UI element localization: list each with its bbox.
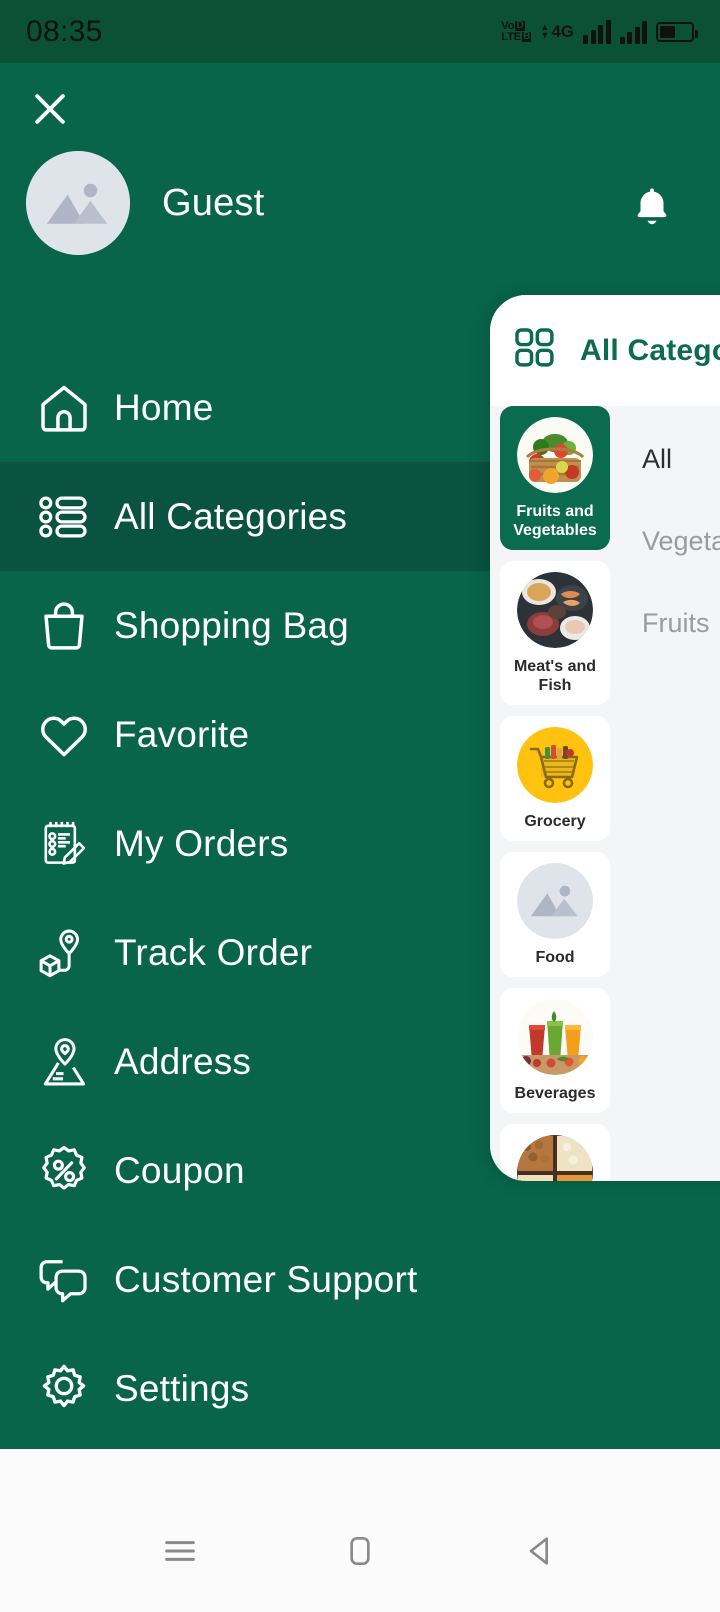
status-bar: 08:35 Vo D LTE B ▲ ▼ 4G — [0, 0, 720, 63]
dry-fruits-photo — [517, 1135, 593, 1181]
sidebar-item-label: Coupon — [114, 1149, 245, 1191]
sidebar-item-label: My Orders — [114, 822, 289, 864]
beverages-photo — [517, 999, 593, 1075]
sidebar-item-label: Shopping Bag — [114, 604, 349, 646]
category-tile-label: Beverages — [514, 1085, 596, 1102]
android-navigation-bar — [0, 1489, 720, 1612]
sidebar-item-label: Settings — [114, 1367, 250, 1409]
fruit-basket-photo — [517, 417, 593, 493]
volte-icon: Vo D LTE B — [501, 19, 532, 43]
category-tile-beverages[interactable]: Beverages — [500, 988, 610, 1113]
gear-icon — [26, 1361, 102, 1417]
volte-top-label: Vo — [501, 19, 515, 32]
sidebar-item-label: Address — [114, 1040, 252, 1082]
chat-bubbles-icon — [26, 1252, 102, 1308]
sidebar-item-label: Favorite — [114, 713, 250, 755]
shopping-bag-icon — [26, 598, 102, 654]
home-square-icon[interactable] — [322, 1513, 398, 1589]
heart-icon — [26, 707, 102, 763]
category-tile-meats-and-fish[interactable]: Meat's and Fish — [500, 561, 610, 705]
back-triangle-icon[interactable] — [502, 1513, 578, 1589]
volte-bottom-box: B — [522, 31, 532, 42]
avatar — [26, 151, 130, 255]
package-location-icon — [26, 925, 102, 981]
network-indicator: ▲ ▼ 4G — [540, 22, 574, 42]
image-placeholder-icon — [26, 151, 130, 255]
categories-panel-header: All Categories — [490, 295, 720, 406]
volte-bottom-label: LTE — [501, 30, 522, 43]
status-clock: 08:35 — [26, 14, 103, 48]
sidebar-item-label: Customer Support — [114, 1258, 418, 1300]
subcategory-item-all[interactable]: All — [642, 430, 720, 512]
sidebar-item-label: All Categories — [114, 495, 348, 537]
grid-icon — [512, 325, 558, 376]
signal-bars-2-icon — [619, 20, 647, 44]
recents-icon[interactable] — [142, 1513, 218, 1589]
category-tile-food[interactable]: Food — [500, 852, 610, 977]
close-icon[interactable] — [26, 85, 74, 133]
category-tile-dry-fruits[interactable] — [500, 1124, 610, 1181]
category-tile-label: Grocery — [524, 813, 586, 830]
sidebar-item-settings[interactable]: Settings — [0, 1334, 720, 1443]
category-tile-label: Fruits and Vegetables — [513, 503, 597, 539]
home-icon — [26, 380, 102, 436]
category-tile-label: Food — [535, 949, 575, 966]
profile-row[interactable]: Guest — [26, 151, 264, 255]
all-categories-panel: All Categories — [490, 295, 720, 1181]
percent-badge-icon — [26, 1143, 102, 1199]
sidebar-item-label: Home — [114, 386, 214, 428]
category-tile-fruits-and-vegetables[interactable]: Fruits and Vegetables — [500, 406, 610, 550]
categories-panel-body: Fruits and Vegetables Meat's and Fish Gr… — [490, 406, 720, 1181]
network-type-label: 4G — [551, 21, 574, 41]
status-indicators: Vo D LTE B ▲ ▼ 4G — [501, 19, 698, 44]
signal-bars-icon — [583, 19, 611, 44]
category-tile-label: Meat's and Fish — [513, 658, 597, 694]
sidebar-item-customer-support[interactable]: Customer Support — [0, 1225, 720, 1334]
subcategory-list[interactable]: All Vegetables Fruits — [620, 406, 720, 1181]
sidebar-item-label: Track Order — [114, 931, 313, 973]
notepad-pencil-icon — [26, 818, 102, 870]
meat-fish-photo — [517, 572, 593, 648]
subcategory-item-vegetables[interactable]: Vegetables — [642, 512, 720, 594]
category-tile-grocery[interactable]: Grocery — [500, 716, 610, 841]
subcategory-item-fruits[interactable]: Fruits — [642, 594, 720, 676]
list-icon — [26, 489, 102, 545]
categories-panel-title: All Categories — [580, 333, 720, 367]
volte-top-box: D — [515, 20, 525, 31]
image-placeholder — [517, 863, 593, 939]
app-screen: 08:35 Vo D LTE B ▲ ▼ 4G Guest Home All C… — [0, 0, 720, 1612]
grocery-cart-photo — [517, 727, 593, 803]
user-name: Guest — [162, 181, 265, 224]
bottom-sheet-edge — [0, 1449, 720, 1489]
category-rail[interactable]: Fruits and Vegetables Meat's and Fish Gr… — [490, 406, 620, 1181]
data-arrows-icon: ▲ ▼ — [540, 22, 550, 40]
map-pin-icon — [26, 1034, 102, 1090]
battery-icon — [656, 21, 698, 42]
bell-icon[interactable] — [626, 181, 678, 233]
